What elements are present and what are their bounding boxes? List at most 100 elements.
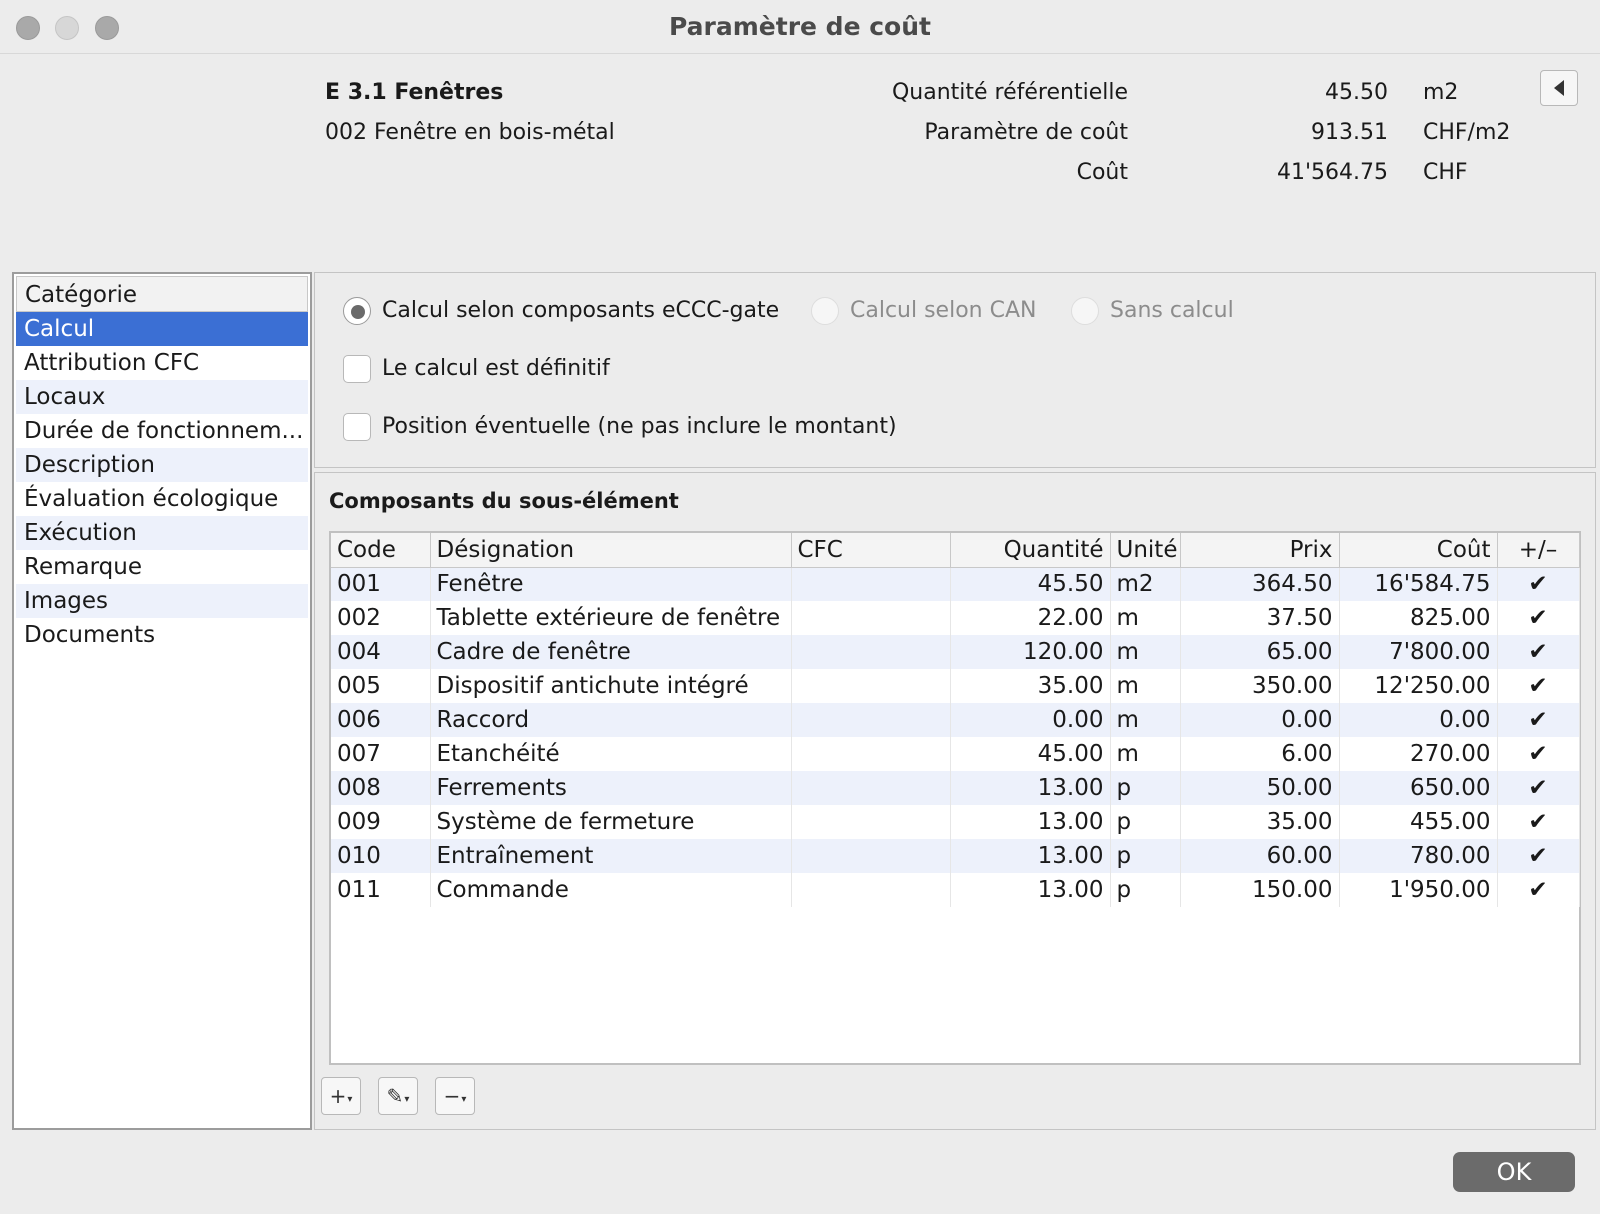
- metric-value-cost-param: 913.51: [1311, 120, 1388, 145]
- cell-code: 001: [331, 567, 431, 601]
- table-row[interactable]: 011 Commande 13.00 p 150.00 1'950.00 ✔: [331, 873, 1580, 907]
- table-row[interactable]: 001 Fenêtre 45.50 m2 364.50 16'584.75 ✔: [331, 567, 1580, 601]
- col-header-cout[interactable]: Coût: [1339, 533, 1498, 568]
- category-item-remarque[interactable]: Remarque: [16, 550, 308, 584]
- cell-quantite: 22.00: [950, 601, 1111, 635]
- cell-prix: 50.00: [1180, 771, 1340, 805]
- table-row[interactable]: 010 Entraînement 13.00 p 60.00 780.00 ✔: [331, 839, 1580, 873]
- calculation-options: Calcul selon composants eCCC-gate Calcul…: [314, 272, 1596, 468]
- cell-cout: 7'800.00: [1339, 635, 1498, 669]
- cell-unite: m: [1110, 669, 1181, 703]
- table-row[interactable]: 004 Cadre de fenêtre 120.00 m 65.00 7'800.00 ✔: [331, 635, 1580, 669]
- checkbox-position-eventuelle[interactable]: [343, 413, 371, 441]
- table-row[interactable]: 009 Système de fermeture 13.00 p 35.00 455.00…: [331, 805, 1580, 839]
- metric-value-quantity: 45.50: [1325, 80, 1388, 105]
- cell-code: 002: [331, 601, 431, 635]
- checkbox-calcul-definitif[interactable]: [343, 355, 371, 383]
- radio-calcul-can[interactable]: [811, 297, 839, 325]
- cell-cfc: [791, 839, 951, 873]
- table-row[interactable]: 005 Dispositif antichute intégré 35.00 m 350…: [331, 669, 1580, 703]
- category-item-images[interactable]: Images: [16, 584, 308, 618]
- edit-component-button[interactable]: ✎ ▾: [378, 1077, 418, 1115]
- cell-quantite: 120.00: [950, 635, 1111, 669]
- cell-code: 006: [331, 703, 431, 737]
- components-table: Code Désignation CFC Quantité Unité Prix…: [329, 531, 1581, 1065]
- radio-sans-calcul[interactable]: [1071, 297, 1099, 325]
- chevron-down-icon: ▾: [461, 1093, 467, 1105]
- ok-button[interactable]: OK: [1453, 1152, 1575, 1192]
- col-header-designation[interactable]: Désignation: [430, 533, 792, 568]
- category-item-attribution-cfc[interactable]: Attribution CFC: [16, 346, 308, 380]
- category-item-calcul[interactable]: Calcul: [16, 312, 308, 346]
- table-row[interactable]: 002 Tablette extérieure de fenêtre 22.00 m 3…: [331, 601, 1580, 635]
- cell-quantite: 13.00: [950, 839, 1111, 873]
- cell-unite: m: [1110, 737, 1181, 771]
- metric-unit-cost: CHF: [1423, 160, 1468, 185]
- category-item-execution[interactable]: Exécution: [16, 516, 308, 550]
- cell-quantite: 13.00: [950, 771, 1111, 805]
- cell-prix: 364.50: [1180, 567, 1340, 601]
- cell-designation: Cadre de fenêtre: [430, 635, 792, 669]
- cell-cout: 1'950.00: [1339, 873, 1498, 907]
- chevron-down-icon: ▾: [347, 1093, 353, 1105]
- col-header-plus-minus[interactable]: +/–: [1497, 533, 1580, 568]
- cell-code: 008: [331, 771, 431, 805]
- category-item-evaluation-ecologique[interactable]: Évaluation écologique: [16, 482, 308, 516]
- components-title: Composants du sous-élément: [329, 489, 679, 513]
- category-header: Catégorie: [16, 276, 308, 312]
- cell-prix: 0.00: [1180, 703, 1340, 737]
- window-title: Paramètre de coût: [669, 12, 931, 41]
- chevron-down-icon: ▾: [404, 1093, 410, 1105]
- cell-designation: Système de fermeture: [430, 805, 792, 839]
- cell-cfc: [791, 567, 951, 601]
- cell-designation: Dispositif antichute intégré: [430, 669, 792, 703]
- cell-unite: p: [1110, 805, 1181, 839]
- metric-unit-cost-param: CHF/m2: [1423, 120, 1511, 145]
- add-component-button[interactable]: + ▾: [321, 1077, 361, 1115]
- radio-calcul-composants[interactable]: [343, 297, 371, 325]
- metric-label-quantity: Quantité référentielle: [891, 80, 1128, 105]
- cell-quantite: 45.50: [950, 567, 1111, 601]
- cell-code: 007: [331, 737, 431, 771]
- cell-prix: 65.00: [1180, 635, 1340, 669]
- metric-value-cost: 41'564.75: [1276, 160, 1388, 185]
- remove-component-button[interactable]: − ▾: [435, 1077, 475, 1115]
- cell-designation: Entraînement: [430, 839, 792, 873]
- cell-designation: Commande: [430, 873, 792, 907]
- metric-label-cost-param: Paramètre de coût: [924, 120, 1128, 145]
- cell-included-check: ✔: [1497, 737, 1580, 771]
- cell-cout: 780.00: [1339, 839, 1498, 873]
- cell-cout: 16'584.75: [1339, 567, 1498, 601]
- cell-designation: Fenêtre: [430, 567, 792, 601]
- cell-unite: m: [1110, 601, 1181, 635]
- col-header-quantite[interactable]: Quantité: [950, 533, 1111, 568]
- col-header-cfc[interactable]: CFC: [791, 533, 951, 568]
- cell-unite: m: [1110, 635, 1181, 669]
- radio-label-calcul-composants: Calcul selon composants eCCC-gate: [382, 298, 780, 323]
- cell-included-check: ✔: [1497, 805, 1580, 839]
- collapse-header-button[interactable]: [1540, 70, 1578, 106]
- cell-quantite: 35.00: [950, 669, 1111, 703]
- category-item-duree-fonctionnement[interactable]: Durée de fonctionnem...: [16, 414, 308, 448]
- table-row[interactable]: 008 Ferrements 13.00 p 50.00 650.00 ✔: [331, 771, 1580, 805]
- triangle-left-icon: [1554, 80, 1564, 96]
- col-header-code[interactable]: Code: [331, 533, 431, 568]
- metric-unit-quantity: m2: [1423, 80, 1459, 105]
- col-header-unite[interactable]: Unité: [1110, 533, 1181, 568]
- col-header-prix[interactable]: Prix: [1180, 533, 1340, 568]
- category-item-documents[interactable]: Documents: [16, 618, 308, 652]
- cell-code: 009: [331, 805, 431, 839]
- table-row[interactable]: 007 Etanchéité 45.00 m 6.00 270.00 ✔: [331, 737, 1580, 771]
- cell-prix: 150.00: [1180, 873, 1340, 907]
- cell-quantite: 13.00: [950, 873, 1111, 907]
- cell-cout: 0.00: [1339, 703, 1498, 737]
- category-item-description[interactable]: Description: [16, 448, 308, 482]
- cell-cout: 270.00: [1339, 737, 1498, 771]
- cell-cfc: [791, 669, 951, 703]
- category-item-locaux[interactable]: Locaux: [16, 380, 308, 414]
- title-bar: Paramètre de coût: [0, 0, 1600, 54]
- cell-unite: p: [1110, 771, 1181, 805]
- cell-code: 004: [331, 635, 431, 669]
- cell-prix: 35.00: [1180, 805, 1340, 839]
- table-row[interactable]: 006 Raccord 0.00 m 0.00 0.00 ✔: [331, 703, 1580, 737]
